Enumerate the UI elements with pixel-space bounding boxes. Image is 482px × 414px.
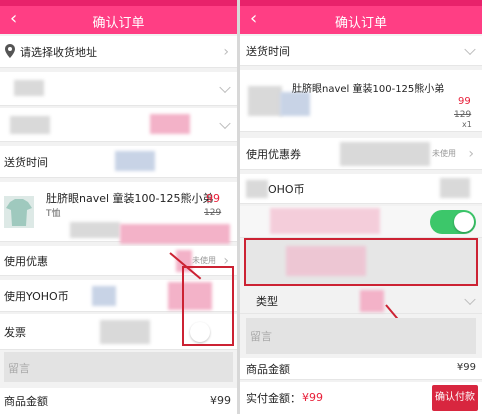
paid-amount-value: ¥99 [302,391,323,404]
blurred-content [246,180,268,198]
yoho-coin-label: OHO币 [268,182,305,196]
product-price: 99 [206,192,220,205]
invoice-type-label: 类型 [256,294,278,308]
delivery-time-label: 送货时间 [4,155,48,169]
invoice-type-row[interactable]: 类型 [240,288,482,314]
product-thumbnail [4,196,34,228]
chevron-down-icon [464,43,476,55]
coupon-label: 使用优惠 [4,254,48,268]
blurred-content [150,114,190,134]
blurred-content [14,80,44,96]
product-original-price: 129 [204,208,222,218]
address-label: 请选择收货地址 [20,45,97,59]
goods-amount-row: 商品金额 ¥99 [0,388,237,414]
goods-amount-label: 商品金额 [4,395,48,408]
highlight-box [244,238,478,286]
highlight-box [182,266,234,346]
goods-amount-value: ¥99 [456,362,476,373]
coupon-row[interactable]: 使用优惠券 未使用 › [240,138,482,170]
blurred-content [286,246,366,276]
blurred-content [10,116,50,134]
note-placeholder: 留言 [8,362,30,375]
blurred-row-2[interactable] [0,108,237,142]
delivery-time-row[interactable]: 送货时间 [0,146,237,178]
coupon-label: 使用优惠券 [246,147,301,161]
product-original-price: 129 [454,110,472,120]
product-name: 肚脐眼navel 童装100-125熊小弟 [46,192,214,205]
blurred-content [115,151,155,171]
product-price: 99 [458,96,471,107]
yoho-coin-row[interactable]: OHO币 [240,174,482,204]
blurred-content [360,290,384,312]
yoho-coin-toggle[interactable] [430,210,476,234]
nav-bar: ‹ 确认订单 [0,6,237,34]
delivery-time-row[interactable]: 送货时间 [240,36,482,66]
coupon-status: 未使用 [192,256,216,265]
note-input[interactable]: 留言 [4,352,233,382]
blurred-content [70,222,120,238]
goods-amount-value: ¥99 [210,394,231,407]
delivery-time-label: 送货时间 [246,44,290,58]
confirm-pay-button[interactable]: 确认付款 [432,385,478,411]
goods-amount-row: 商品金额 ¥99 [240,358,482,380]
coupon-status: 未使用 [432,149,456,158]
invoice-label: 发票 [4,325,26,339]
product-name-line2: T恤 [46,209,61,219]
chevron-right-icon: › [468,145,474,162]
product-quantity: x1 [462,120,472,129]
toggle-knob [454,212,474,232]
address-row[interactable]: 请选择收货地址 › [0,36,237,68]
blurred-content [340,142,430,166]
page-title: 确认订单 [92,16,145,31]
right-screen: ‹ 确认订单 送货时间 肚脐眼navel 童装100-125熊小弟 99 129… [240,0,482,414]
yoho-coin-label: 使用YOHO币 [4,289,69,303]
blurred-content [120,224,230,244]
location-pin-icon [5,44,15,58]
nav-bar: ‹ 确认订单 [240,6,482,34]
paid-amount-label: 实付金额： [246,392,301,405]
note-input[interactable]: 留言 [246,318,476,354]
chevron-down-icon [219,117,231,129]
left-screen: ‹ 确认订单 请选择收货地址 › 送货时间 肚脐眼navel 童装100-125… [0,0,237,414]
blurred-content [100,320,150,344]
chevron-down-icon [464,293,476,305]
checkout-bar: 实付金额： ¥99 确认付款 [240,382,482,414]
toggle-row[interactable] [240,206,482,238]
blurred-content [440,178,470,198]
blurred-row-1[interactable] [0,72,237,106]
product-thumbnail [248,86,282,116]
blurred-content [270,208,380,234]
page-title: 确认订单 [334,16,387,31]
blurred-content [280,92,310,116]
chevron-down-icon [219,81,231,93]
note-placeholder: 留言 [250,330,272,343]
chevron-right-icon: › [223,43,229,60]
goods-amount-label: 商品金额 [246,362,290,376]
product-row[interactable]: 肚脐眼navel 童装100-125熊小弟 99 129 x1 [240,70,482,132]
blurred-content [92,286,116,306]
product-name: 肚脐眼navel 童装100-125熊小弟 [292,84,445,95]
